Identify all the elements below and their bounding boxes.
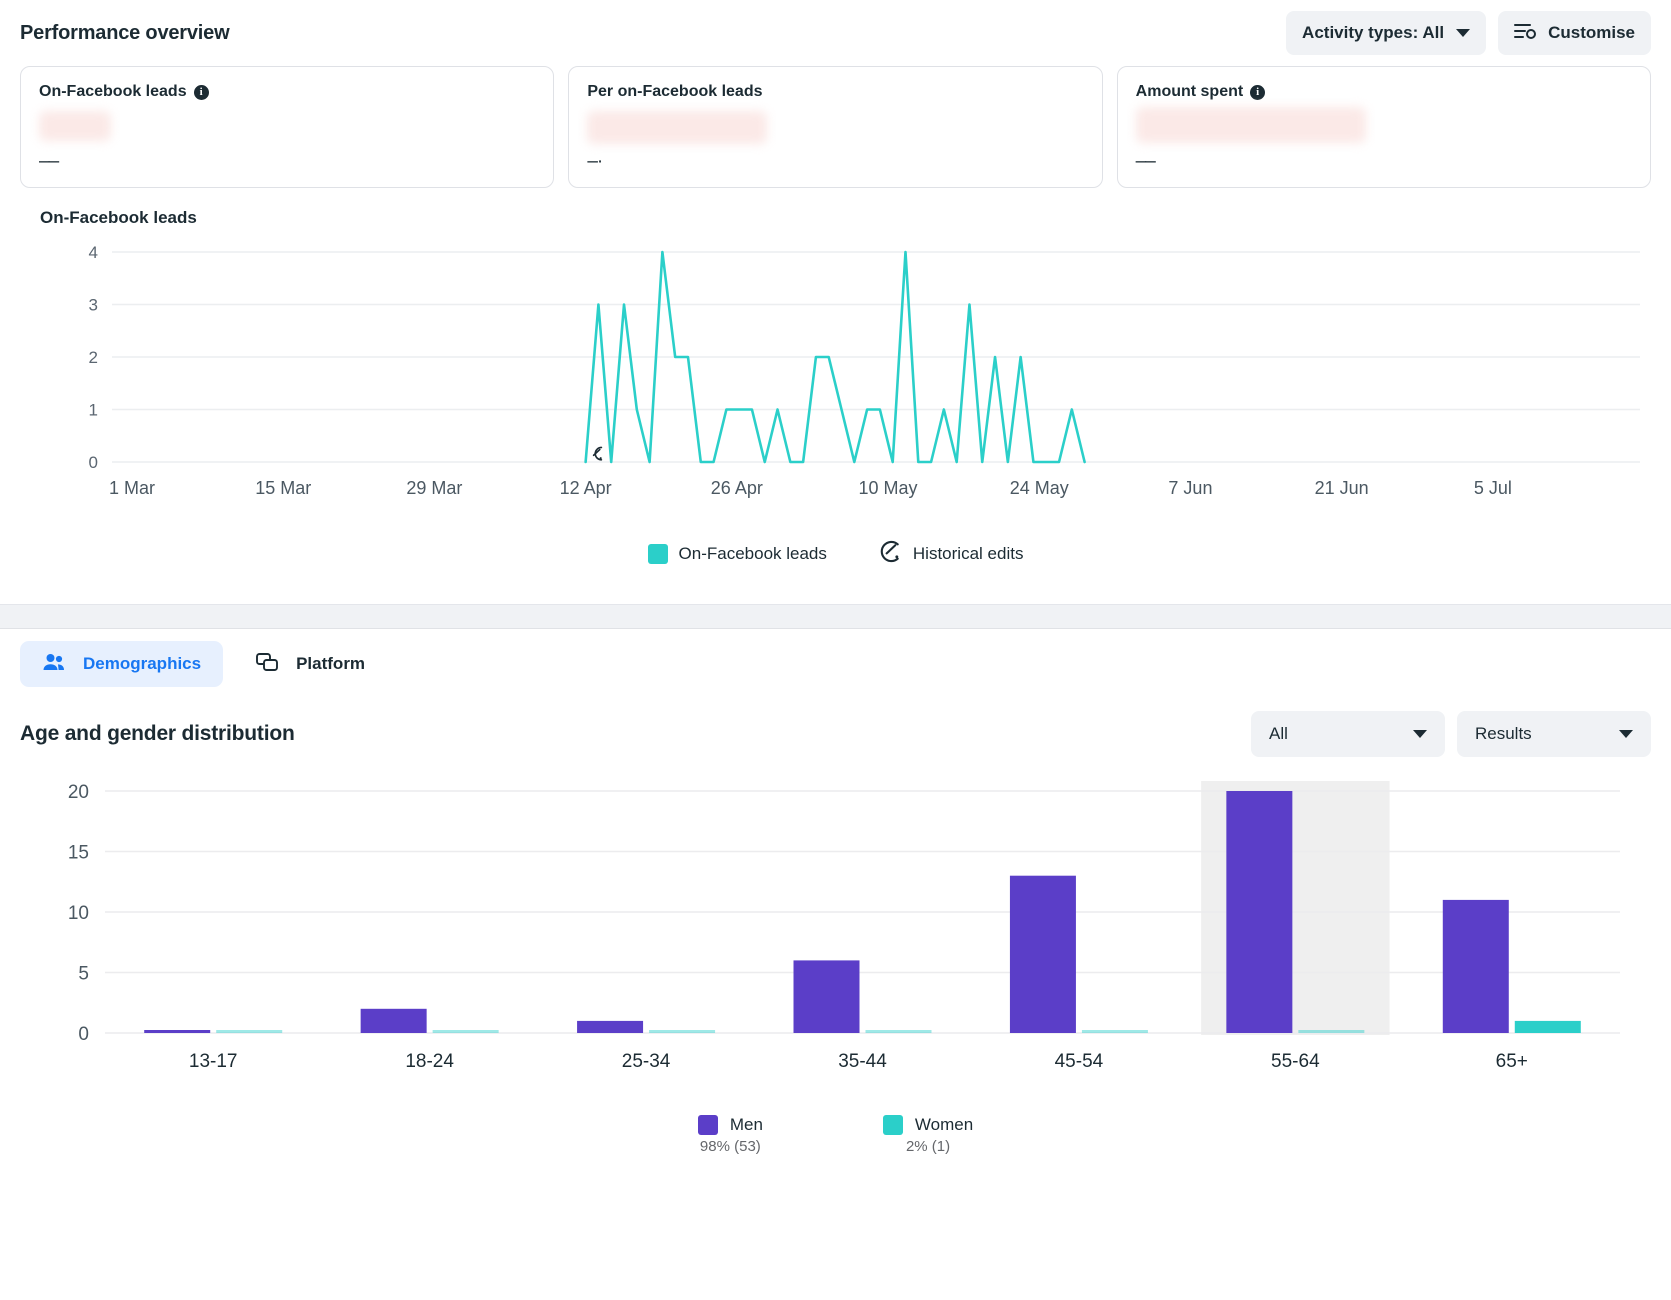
svg-text:7 Jun: 7 Jun <box>1168 478 1212 498</box>
legend-sublabel: 2% (1) <box>905 1138 951 1155</box>
demographics-header: Age and gender distribution All Results <box>20 693 1651 761</box>
svg-text:10 May: 10 May <box>859 478 918 498</box>
breakdown-tabs: Demographics Platform <box>20 629 1651 693</box>
metric-card-amount-spent[interactable]: Amount spent i –– <box>1116 66 1651 188</box>
performance-overview-header: Performance overview Activity types: All… <box>20 0 1651 66</box>
svg-text:45-54: 45-54 <box>1055 1051 1104 1072</box>
svg-text:29 Mar: 29 Mar <box>406 478 462 498</box>
tab-label: Demographics <box>83 654 202 673</box>
metric-card-title: Per on-Facebook leads <box>587 83 1083 101</box>
bar-chart-legend: Men 98% (53) Women 2% (1) <box>20 1111 1651 1155</box>
svg-text:13-17: 13-17 <box>189 1051 238 1072</box>
color-swatch-icon <box>882 1115 903 1135</box>
line-chart-section: On-Facebook leads 0 1 2 3 4 1 Mar 15 Mar 29 Mar… <box>20 198 1651 604</box>
breakdown-select[interactable]: All <box>1251 711 1445 757</box>
metric-select[interactable]: Results <box>1457 711 1651 757</box>
metric-card-value: –· <box>587 151 603 172</box>
people-icon <box>42 652 66 677</box>
tab-label: Platform <box>296 654 366 673</box>
legend-label: On-Facebook leads <box>678 544 827 563</box>
demographics-filters: All Results <box>1251 711 1651 757</box>
line-chart-title: On-Facebook leads <box>40 208 197 227</box>
legend-item-women[interactable]: Women 2% (1) <box>882 1115 974 1155</box>
redacted-value-block <box>587 111 768 144</box>
svg-text:25-34: 25-34 <box>622 1051 671 1072</box>
svg-text:2: 2 <box>89 348 98 367</box>
line-chart[interactable]: 0 1 2 3 4 1 Mar 15 Mar 29 Mar 12 Apr 26 Apr 10 May… <box>40 234 1640 534</box>
metric-card-title-text: Per on-Facebook leads <box>587 83 763 100</box>
svg-text:12 Apr: 12 Apr <box>560 478 612 498</box>
metric-select-value: Results <box>1475 724 1532 743</box>
redacted-value-block <box>1135 107 1366 143</box>
customise-icon <box>1514 22 1537 45</box>
chevron-down-icon <box>1619 730 1633 738</box>
devices-icon <box>255 651 279 678</box>
age-gender-bar-chart[interactable]: 0 5 10 15 20 13-17 18-24 25-34 35-44 45-54 55-64 65… <box>20 781 1651 1111</box>
demographics-panel: Demographics Platform Age and gender dis… <box>0 629 1671 1155</box>
bar-chart-svg: 0 5 10 15 20 13-17 18-24 25-34 35-44 45-54 55-64 65… <box>68 781 1620 1072</box>
metric-card-title: On-Facebook leads i <box>39 83 535 101</box>
metric-card-value: –– <box>1135 151 1156 172</box>
demographics-title: Age and gender distribution <box>20 722 295 745</box>
customise-button[interactable]: Customise <box>1498 11 1651 55</box>
breakdown-select-value: All <box>1269 724 1288 743</box>
svg-text:0: 0 <box>78 1024 89 1045</box>
section-divider <box>0 605 1671 629</box>
legend-label: Women <box>914 1115 974 1134</box>
svg-text:10: 10 <box>68 903 89 924</box>
svg-text:65+: 65+ <box>1496 1051 1528 1072</box>
svg-text:26 Apr: 26 Apr <box>711 478 763 498</box>
performance-overview-panel: Performance overview Activity types: All… <box>0 0 1671 605</box>
legend-label: Historical edits <box>912 544 1024 563</box>
svg-text:20: 20 <box>68 782 89 803</box>
customise-label: Customise <box>1548 23 1635 42</box>
metric-card-title-text: Amount spent <box>1135 83 1244 100</box>
color-swatch-icon <box>697 1115 718 1135</box>
activity-types-dropdown[interactable]: Activity types: All <box>1286 11 1487 55</box>
svg-text:1 Mar: 1 Mar <box>109 478 155 498</box>
header-controls: Activity types: All Customise <box>1286 11 1651 55</box>
metric-card-title-text: On-Facebook leads <box>39 83 187 100</box>
info-icon[interactable]: i <box>1250 84 1266 100</box>
svg-text:5 Jul: 5 Jul <box>1474 478 1512 498</box>
color-swatch-icon <box>647 544 668 564</box>
metric-card-on-facebook-leads[interactable]: On-Facebook leads i –– <box>20 66 555 188</box>
svg-text:18-24: 18-24 <box>405 1051 454 1072</box>
legend-sublabel: 98% (53) <box>699 1138 761 1155</box>
metric-card-per-on-facebook-leads[interactable]: Per on-Facebook leads –· <box>568 66 1103 188</box>
svg-text:24 May: 24 May <box>1010 478 1069 498</box>
redacted-value-block <box>39 111 111 141</box>
svg-text:3: 3 <box>89 296 98 315</box>
svg-text:35-44: 35-44 <box>838 1051 887 1072</box>
info-icon[interactable]: i <box>193 84 209 100</box>
svg-text:55-64: 55-64 <box>1271 1051 1320 1072</box>
line-chart-legend: On-Facebook leads Historical edits <box>40 534 1631 604</box>
metric-card-title: Amount spent i <box>1136 83 1632 101</box>
svg-text:15: 15 <box>68 843 89 864</box>
legend-item-men[interactable]: Men 98% (53) <box>697 1115 763 1155</box>
svg-text:5: 5 <box>78 964 89 985</box>
legend-item-historical-edits[interactable]: Historical edits <box>879 540 1024 568</box>
metric-cards: On-Facebook leads i –– Per on-Facebook l… <box>20 66 1651 198</box>
legend-item-leads[interactable]: On-Facebook leads <box>647 544 827 564</box>
activity-types-label: Activity types: All <box>1302 23 1445 42</box>
tab-platform[interactable]: Platform <box>233 641 387 687</box>
svg-text:21 Jun: 21 Jun <box>1315 478 1369 498</box>
svg-text:4: 4 <box>89 243 98 262</box>
svg-text:0: 0 <box>89 453 98 472</box>
legend-label: Men <box>729 1115 763 1134</box>
page-title: Performance overview <box>20 21 230 44</box>
chevron-down-icon <box>1456 29 1471 37</box>
tab-demographics[interactable]: Demographics <box>20 641 224 687</box>
historical-edits-icon <box>879 540 902 568</box>
metric-card-value: –– <box>39 151 59 172</box>
chevron-down-icon <box>1413 730 1427 738</box>
svg-text:1: 1 <box>89 401 98 420</box>
svg-text:15 Mar: 15 Mar <box>255 478 311 498</box>
line-chart-svg: 0 1 2 3 4 1 Mar 15 Mar 29 Mar 12 Apr 26 Apr 10 May… <box>89 243 1640 498</box>
